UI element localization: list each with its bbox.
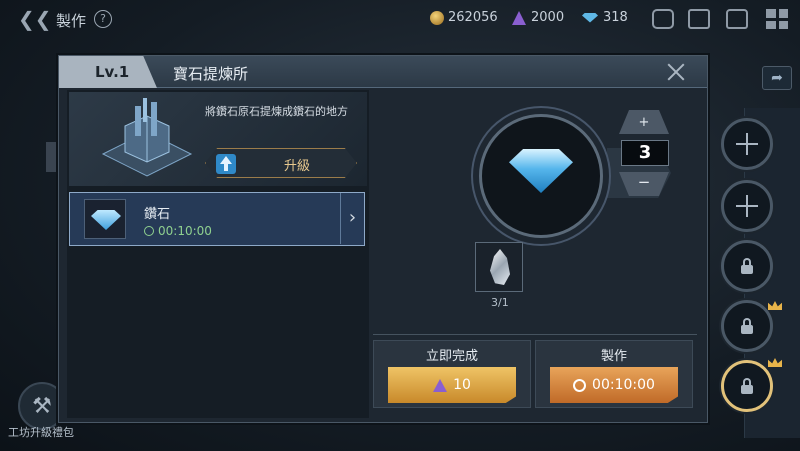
upgrade-label: 升級 — [284, 159, 311, 174]
gold-coin-icon — [430, 10, 444, 25]
diamond-icon — [91, 210, 121, 230]
mail-icon[interactable] — [688, 9, 710, 29]
instant-complete-button[interactable]: 10 — [388, 367, 516, 403]
raw-diamond-ore-icon — [490, 249, 510, 285]
quantity-value[interactable]: 3 — [621, 140, 669, 166]
dialog-header: Lv.1 寶石提煉所 — [59, 56, 707, 88]
clock-icon — [144, 226, 154, 236]
top-bar: ❮❮ 製作 ? 262056 2000 318 — [0, 0, 800, 38]
tools-icon: ⚒ — [32, 393, 52, 419]
back-arrow-icon[interactable]: ❮❮ — [18, 9, 52, 29]
chat-icon[interactable] — [652, 9, 674, 29]
quantity-increase-button[interactable]: + — [619, 110, 669, 134]
lock-icon — [741, 257, 753, 274]
instant-complete-label: 立即完成 — [425, 349, 478, 364]
left-panel: 將鑽石原石提煉成鑽石的地方 升級 鑽石 00:10:00 › — [67, 90, 369, 418]
craft-time: 00:10:00 — [592, 377, 655, 393]
crystal-icon — [512, 10, 526, 25]
diamond-value: 318 — [603, 10, 628, 25]
refinery-dialog: Lv.1 寶石提煉所 將鑽石原石提煉成鑽石的地方 升級 鑽石 00:10:00 … — [58, 55, 708, 423]
queue-slot-vip[interactable] — [721, 360, 773, 412]
item-name: 鑽石 — [144, 207, 171, 222]
upgrade-arrow-icon — [216, 154, 236, 174]
lock-icon — [741, 377, 753, 394]
queue-slot-locked[interactable] — [721, 240, 773, 292]
craft-box: 製作 00:10:00 — [535, 340, 693, 408]
building-info: 將鑽石原石提煉成鑽石的地方 升級 — [69, 92, 367, 186]
level-badge: Lv.1 — [59, 56, 157, 88]
gold-value: 262056 — [448, 10, 498, 25]
diamond-icon — [582, 12, 598, 23]
diamond-icon — [509, 149, 573, 193]
diamond-counter: 318 — [582, 10, 628, 25]
item-thumbnail — [84, 199, 126, 239]
workshop-package-label: 工坊升級禮包 — [8, 426, 74, 439]
lock-icon — [741, 317, 753, 334]
gold-counter: 262056 — [430, 10, 498, 25]
clock-icon — [573, 378, 587, 392]
material-count: 3/1 — [491, 296, 509, 309]
divider — [373, 334, 697, 335]
queue-slot-empty[interactable] — [721, 118, 773, 170]
close-icon[interactable] — [667, 63, 685, 81]
crystal-icon — [433, 378, 448, 392]
share-icon[interactable]: ➦ — [762, 66, 792, 90]
building-icon — [101, 98, 193, 177]
backpack-icon[interactable] — [726, 9, 748, 29]
dialog-title: 寶石提煉所 — [173, 65, 249, 83]
material-slot[interactable] — [475, 242, 523, 292]
crystal-counter: 2000 — [512, 10, 564, 25]
queue-slot-empty[interactable] — [721, 180, 773, 232]
recipe-list-item[interactable]: 鑽石 00:10:00 › — [69, 192, 365, 246]
craft-panel: + 3 − 3/1 — [371, 90, 701, 330]
queue-slot-locked[interactable] — [721, 300, 773, 352]
craft-label: 製作 — [600, 349, 627, 364]
instant-cost: 10 — [453, 377, 471, 393]
chevron-right-icon[interactable]: › — [340, 193, 364, 244]
page-title: 製作 — [56, 12, 87, 30]
craft-button[interactable]: 00:10:00 — [550, 367, 678, 403]
instant-complete-box: 立即完成 10 — [373, 340, 531, 408]
crystal-value: 2000 — [531, 10, 565, 25]
help-icon[interactable]: ? — [94, 10, 112, 28]
upgrade-button[interactable]: 升級 — [205, 148, 357, 178]
building-description: 將鑽石原石提煉成鑽石的地方 — [205, 105, 348, 118]
item-duration: 00:10:00 — [144, 224, 212, 238]
product-display — [479, 114, 603, 238]
grid-menu-icon[interactable] — [766, 9, 788, 29]
